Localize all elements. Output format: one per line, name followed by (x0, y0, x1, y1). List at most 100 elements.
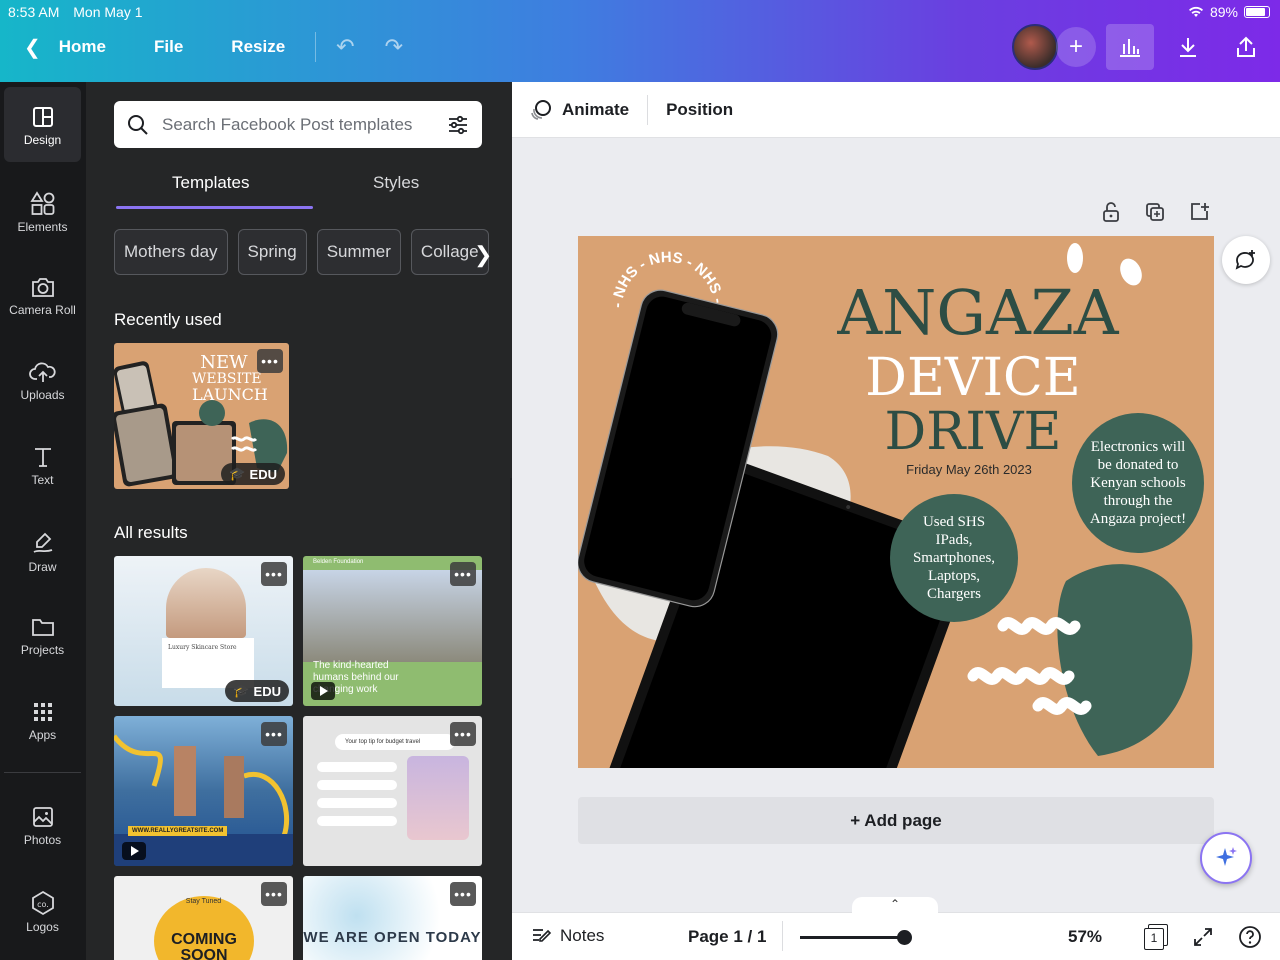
position-button[interactable]: Position (666, 100, 733, 120)
camera-icon (31, 278, 54, 297)
magic-assistant-button[interactable] (1200, 832, 1252, 884)
more-options-button[interactable]: ••• (261, 562, 287, 586)
rail-draw[interactable]: Draw (4, 512, 81, 587)
svg-text:co.: co. (37, 900, 49, 909)
title-angaza[interactable]: ANGAZA (828, 280, 1128, 346)
duplicate-page-icon[interactable] (1144, 201, 1166, 223)
rail-design[interactable]: Design (4, 87, 81, 162)
notes-button[interactable]: Notes (530, 925, 604, 947)
rail-photos[interactable]: Photos (4, 787, 81, 862)
bottom-bar: ⌃ Notes Page 1 / 1 57% 1 (512, 897, 1280, 960)
chip-spring[interactable]: Spring (237, 229, 307, 275)
add-page-icon[interactable] (1188, 201, 1210, 223)
file-menu[interactable]: File (154, 37, 183, 57)
more-options-button[interactable]: ••• (261, 722, 287, 746)
redo-icon[interactable]: ↷ (385, 34, 403, 60)
result-thumb-fitness[interactable]: WWW.REALLYGREATSITE.COM ••• (114, 716, 293, 866)
apps-grid-icon (33, 703, 52, 721)
more-options-button[interactable]: ••• (450, 722, 476, 746)
unlock-icon[interactable] (1100, 201, 1122, 223)
circle-used-devices[interactable]: Used SHS IPads, Smartphones, Laptops, Ch… (890, 494, 1018, 622)
share-plus-button[interactable]: + (1056, 27, 1096, 67)
animate-button[interactable]: Animate (528, 97, 629, 123)
recent-thumb-title-line: LAUNCH (192, 385, 268, 404)
page-indicator[interactable]: Page 1 / 1 (688, 927, 766, 947)
zoom-percent[interactable]: 57% (1068, 927, 1102, 947)
rail-uploads[interactable]: Uploads (4, 342, 81, 417)
share-button[interactable] (1222, 24, 1270, 70)
cloud-upload-icon (28, 362, 56, 382)
result-thumb-coming-soon[interactable]: Stay Tuned COMING SOON ••• (114, 876, 293, 960)
edu-badge: 🎓 EDU (221, 463, 285, 485)
bar-chart-icon (1120, 39, 1140, 57)
text-icon (34, 448, 51, 467)
result-thumb-skincare[interactable]: Luxury Skincare Store ••• 🎓 EDU (114, 556, 293, 706)
fitness-url: WWW.REALLYGREATSITE.COM (128, 826, 228, 836)
rail-projects[interactable]: Projects (4, 597, 81, 672)
fullscreen-icon[interactable] (1192, 926, 1214, 948)
rail-text[interactable]: Text (4, 427, 81, 502)
chevron-right-icon[interactable]: ❯ (474, 242, 492, 268)
add-page-button[interactable]: + Add page (578, 797, 1214, 844)
more-options-button[interactable]: ••• (450, 882, 476, 906)
comment-button[interactable] (1222, 236, 1270, 284)
rail-logos[interactable]: co. Logos (4, 872, 81, 947)
animate-icon (531, 99, 551, 120)
logo-icon: co. (31, 890, 54, 916)
more-options-button[interactable]: ••• (261, 882, 287, 906)
event-date[interactable]: Friday May 26th 2023 (868, 462, 1070, 477)
graduation-cap-icon: 🎓 (233, 683, 250, 698)
more-options-button[interactable]: ••• (450, 562, 476, 586)
expand-pages-button[interactable]: ⌃ (852, 897, 938, 915)
circle-donation-info[interactable]: Electronics will be donated to Kenyan sc… (1072, 413, 1204, 553)
canvas-workspace: Animate Position - NHS - NHS - NHS - ANG… (512, 82, 1280, 960)
rail-apps[interactable]: Apps (4, 682, 81, 757)
page-count-button[interactable]: 1 (1144, 924, 1168, 950)
search-input[interactable] (162, 114, 446, 135)
foundation-org: Belden Foundation (313, 559, 364, 565)
image-icon (32, 807, 53, 827)
recent-template-thumb[interactable]: NEW WEBSITE LAUNCH ••• 🎓 EDU (114, 343, 289, 489)
help-icon[interactable] (1238, 925, 1262, 949)
zoom-slider[interactable] (800, 930, 912, 945)
more-options-button[interactable]: ••• (257, 349, 283, 373)
page-tools (1100, 201, 1210, 223)
play-icon[interactable] (122, 842, 146, 860)
rail-label: Draw (28, 560, 57, 574)
result-thumb-travel[interactable]: Your top tip for budget travel ••• (303, 716, 482, 866)
toolbar-divider (647, 94, 649, 125)
result-thumb-open-today[interactable]: WE ARE OPEN TODAY ••• (303, 876, 482, 960)
result-thumb-foundation[interactable]: Belden Foundation The kind-hearted human… (303, 556, 482, 706)
travel-row (317, 816, 397, 826)
download-button[interactable] (1164, 24, 1212, 70)
title-device[interactable]: DEVICE (828, 350, 1118, 406)
notes-icon (533, 929, 552, 942)
sparkle-icon (1216, 847, 1237, 866)
back-chevron-icon[interactable]: ❮ (24, 35, 41, 60)
design-canvas[interactable]: - NHS - NHS - NHS - ANGAZA DEVICE DRIVE … (578, 236, 1214, 768)
rail-label: Design (23, 133, 62, 147)
title-drive[interactable]: DRIVE (828, 404, 1118, 460)
status-right: 89% (1188, 4, 1270, 20)
coming-soon-title: COMING SOON (171, 931, 237, 960)
zoom-slider-thumb[interactable] (896, 930, 912, 945)
travel-row (317, 762, 397, 772)
rail-elements[interactable]: Elements (4, 172, 81, 247)
rail-camera-roll[interactable]: Camera Roll (4, 257, 81, 332)
resize-button[interactable]: Resize (231, 37, 285, 57)
chip-summer[interactable]: Summer (316, 229, 401, 275)
insights-button[interactable] (1106, 24, 1154, 70)
tab-templates[interactable]: Templates (172, 173, 249, 193)
undo-icon[interactable]: ↶ (336, 34, 354, 60)
avatar[interactable] (1012, 24, 1058, 70)
rail-label: Text (31, 473, 54, 487)
play-icon[interactable] (311, 682, 335, 700)
animate-label: Animate (562, 99, 630, 119)
chip-mothers-day[interactable]: Mothers day (114, 229, 228, 275)
rail-label: Apps (28, 728, 57, 742)
tab-styles[interactable]: Styles (373, 173, 419, 193)
home-button[interactable]: Home (59, 37, 106, 57)
filter-icon[interactable] (446, 113, 470, 137)
status-bar: 8:53 AM Mon May 1 (8, 4, 153, 20)
layout-icon (32, 107, 53, 127)
